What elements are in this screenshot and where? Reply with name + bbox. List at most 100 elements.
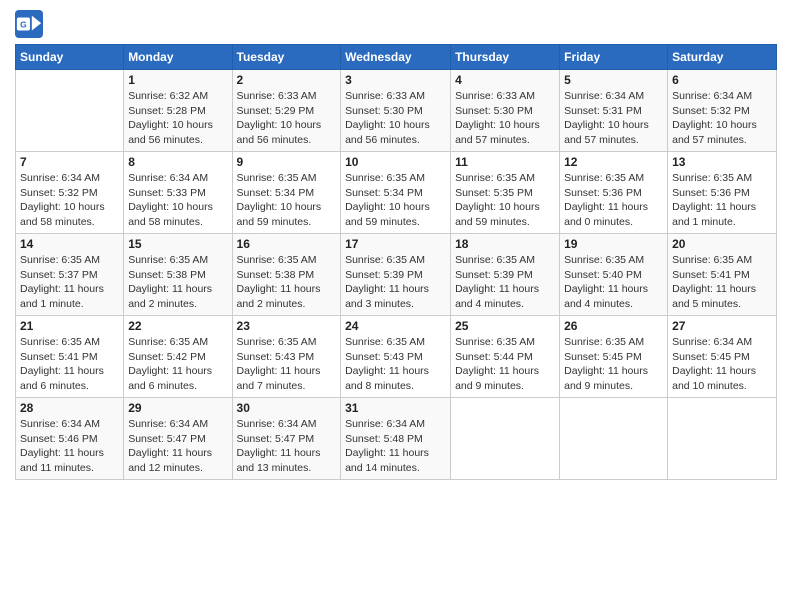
calendar-cell: 7Sunrise: 6:34 AMSunset: 5:32 PMDaylight… [16, 152, 124, 234]
calendar-cell [16, 70, 124, 152]
day-info: Sunrise: 6:34 AMSunset: 5:45 PMDaylight:… [672, 335, 772, 394]
header: G [15, 10, 777, 38]
day-number: 1 [128, 73, 227, 87]
calendar-cell [560, 398, 668, 480]
day-info: Sunrise: 6:32 AMSunset: 5:28 PMDaylight:… [128, 89, 227, 148]
day-header-monday: Monday [124, 45, 232, 70]
day-number: 30 [237, 401, 337, 415]
day-info: Sunrise: 6:35 AMSunset: 5:36 PMDaylight:… [672, 171, 772, 230]
day-number: 9 [237, 155, 337, 169]
calendar-cell: 30 Sunrise: 6:34 AMSunset: 5:47 PMDayligh… [232, 398, 341, 480]
days-header-row: SundayMondayTuesdayWednesdayThursdayFrid… [16, 45, 777, 70]
calendar-cell: 19 Sunrise: 6:35 AMSunset: 5:40 PMDayligh… [560, 234, 668, 316]
svg-text:G: G [20, 20, 27, 30]
day-number: 27 [672, 319, 772, 333]
day-number: 8 [128, 155, 227, 169]
day-number: 26 [564, 319, 663, 333]
day-info: Sunrise: 6:33 AMSunset: 5:29 PMDaylight:… [237, 89, 337, 148]
week-row-2: 7Sunrise: 6:34 AMSunset: 5:32 PMDaylight… [16, 152, 777, 234]
calendar-cell: 6Sunrise: 6:34 AMSunset: 5:32 PMDaylight… [668, 70, 777, 152]
week-row-4: 21 Sunrise: 6:35 AMSunset: 5:41 PMDayligh… [16, 316, 777, 398]
day-info: Sunrise: 6:35 AMSunset: 5:39 PMDaylight:… [345, 253, 446, 312]
day-info: Sunrise: 6:35 AMSunset: 5:35 PMDaylight:… [455, 171, 555, 230]
day-number: 24 [345, 319, 446, 333]
day-number: 16 [237, 237, 337, 251]
calendar-cell: 1 Sunrise: 6:32 AMSunset: 5:28 PMDaylight… [124, 70, 232, 152]
calendar-cell: 21 Sunrise: 6:35 AMSunset: 5:41 PMDayligh… [16, 316, 124, 398]
calendar-cell: 11 Sunrise: 6:35 AMSunset: 5:35 PMDayligh… [451, 152, 560, 234]
calendar-cell: 17 Sunrise: 6:35 AMSunset: 5:39 PMDayligh… [341, 234, 451, 316]
week-row-3: 14 Sunrise: 6:35 AMSunset: 5:37 PMDayligh… [16, 234, 777, 316]
calendar-cell: 9 Sunrise: 6:35 AMSunset: 5:34 PMDaylight… [232, 152, 341, 234]
calendar-header: SundayMondayTuesdayWednesdayThursdayFrid… [16, 45, 777, 70]
day-number: 22 [128, 319, 227, 333]
day-number: 2 [237, 73, 337, 87]
day-number: 12 [564, 155, 663, 169]
day-info: Sunrise: 6:35 AMSunset: 5:41 PMDaylight:… [20, 335, 119, 394]
day-info: Sunrise: 6:35 AMSunset: 5:44 PMDaylight:… [455, 335, 555, 394]
calendar-cell: 29Sunrise: 6:34 AMSunset: 5:47 PMDayligh… [124, 398, 232, 480]
day-number: 11 [455, 155, 555, 169]
day-info: Sunrise: 6:35 AMSunset: 5:39 PMDaylight:… [455, 253, 555, 312]
calendar-cell: 31 Sunrise: 6:34 AMSunset: 5:48 PMDayligh… [341, 398, 451, 480]
week-row-5: 28Sunrise: 6:34 AMSunset: 5:46 PMDayligh… [16, 398, 777, 480]
day-info: Sunrise: 6:35 AMSunset: 5:42 PMDaylight:… [128, 335, 227, 394]
calendar-cell: 24 Sunrise: 6:35 AMSunset: 5:43 PMDayligh… [341, 316, 451, 398]
calendar-table: SundayMondayTuesdayWednesdayThursdayFrid… [15, 44, 777, 480]
day-number: 10 [345, 155, 446, 169]
day-number: 3 [345, 73, 446, 87]
day-number: 7 [20, 155, 119, 169]
day-number: 13 [672, 155, 772, 169]
calendar-cell: 3 Sunrise: 6:33 AMSunset: 5:30 PMDaylight… [341, 70, 451, 152]
day-number: 14 [20, 237, 119, 251]
calendar-cell [668, 398, 777, 480]
calendar-cell: 16 Sunrise: 6:35 AMSunset: 5:38 PMDayligh… [232, 234, 341, 316]
day-info: Sunrise: 6:35 AMSunset: 5:34 PMDaylight:… [345, 171, 446, 230]
day-number: 25 [455, 319, 555, 333]
calendar-body: 1 Sunrise: 6:32 AMSunset: 5:28 PMDaylight… [16, 70, 777, 480]
calendar-cell: 23Sunrise: 6:35 AMSunset: 5:43 PMDayligh… [232, 316, 341, 398]
calendar-cell: 10 Sunrise: 6:35 AMSunset: 5:34 PMDayligh… [341, 152, 451, 234]
day-info: Sunrise: 6:33 AMSunset: 5:30 PMDaylight:… [345, 89, 446, 148]
week-row-1: 1 Sunrise: 6:32 AMSunset: 5:28 PMDaylight… [16, 70, 777, 152]
day-info: Sunrise: 6:35 AMSunset: 5:38 PMDaylight:… [237, 253, 337, 312]
day-number: 20 [672, 237, 772, 251]
logo-icon: G [15, 10, 43, 38]
day-info: Sunrise: 6:35 AMSunset: 5:36 PMDaylight:… [564, 171, 663, 230]
day-number: 18 [455, 237, 555, 251]
calendar-cell: 25 Sunrise: 6:35 AMSunset: 5:44 PMDayligh… [451, 316, 560, 398]
calendar-cell: 28Sunrise: 6:34 AMSunset: 5:46 PMDayligh… [16, 398, 124, 480]
day-number: 4 [455, 73, 555, 87]
day-number: 5 [564, 73, 663, 87]
calendar-cell: 12 Sunrise: 6:35 AMSunset: 5:36 PMDayligh… [560, 152, 668, 234]
day-info: Sunrise: 6:35 AMSunset: 5:43 PMDaylight:… [345, 335, 446, 394]
day-header-friday: Friday [560, 45, 668, 70]
day-number: 31 [345, 401, 446, 415]
day-info: Sunrise: 6:34 AMSunset: 5:32 PMDaylight:… [672, 89, 772, 148]
day-info: Sunrise: 6:35 AMSunset: 5:43 PMDaylight:… [237, 335, 337, 394]
day-info: Sunrise: 6:35 AMSunset: 5:37 PMDaylight:… [20, 253, 119, 312]
day-info: Sunrise: 6:34 AMSunset: 5:46 PMDaylight:… [20, 417, 119, 476]
calendar-cell: 18 Sunrise: 6:35 AMSunset: 5:39 PMDayligh… [451, 234, 560, 316]
calendar-cell: 8 Sunrise: 6:34 AMSunset: 5:33 PMDaylight… [124, 152, 232, 234]
day-info: Sunrise: 6:34 AMSunset: 5:31 PMDaylight:… [564, 89, 663, 148]
day-info: Sunrise: 6:34 AMSunset: 5:48 PMDaylight:… [345, 417, 446, 476]
day-header-thursday: Thursday [451, 45, 560, 70]
day-info: Sunrise: 6:34 AMSunset: 5:47 PMDaylight:… [237, 417, 337, 476]
day-header-tuesday: Tuesday [232, 45, 341, 70]
calendar-cell: 14 Sunrise: 6:35 AMSunset: 5:37 PMDayligh… [16, 234, 124, 316]
day-number: 17 [345, 237, 446, 251]
calendar-cell: 26Sunrise: 6:35 AMSunset: 5:45 PMDayligh… [560, 316, 668, 398]
day-number: 19 [564, 237, 663, 251]
calendar-cell: 13 Sunrise: 6:35 AMSunset: 5:36 PMDayligh… [668, 152, 777, 234]
day-info: Sunrise: 6:33 AMSunset: 5:30 PMDaylight:… [455, 89, 555, 148]
day-info: Sunrise: 6:34 AMSunset: 5:33 PMDaylight:… [128, 171, 227, 230]
day-number: 15 [128, 237, 227, 251]
calendar-page: G SundayMondayTuesdayWednesdayThursdayFr… [0, 0, 792, 612]
day-info: Sunrise: 6:35 AMSunset: 5:34 PMDaylight:… [237, 171, 337, 230]
calendar-cell: 4 Sunrise: 6:33 AMSunset: 5:30 PMDaylight… [451, 70, 560, 152]
day-number: 21 [20, 319, 119, 333]
day-header-saturday: Saturday [668, 45, 777, 70]
day-info: Sunrise: 6:35 AMSunset: 5:40 PMDaylight:… [564, 253, 663, 312]
calendar-cell: 5 Sunrise: 6:34 AMSunset: 5:31 PMDaylight… [560, 70, 668, 152]
